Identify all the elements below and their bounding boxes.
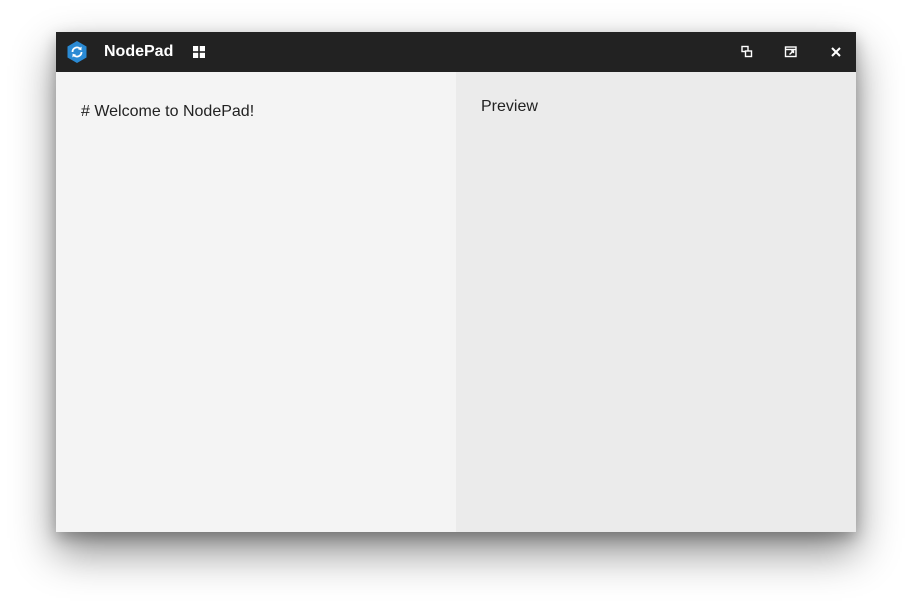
app-logo-icon: [67, 41, 87, 63]
preview-label: Preview: [481, 98, 538, 115]
close-window-button[interactable]: [826, 42, 846, 62]
preview-pane: Preview: [456, 72, 856, 532]
app-window: NodePad # Welcome to NodePad! Preview: [56, 32, 856, 532]
popout-icon: [784, 46, 797, 58]
restore-window-button[interactable]: [737, 42, 757, 62]
close-icon: [831, 47, 841, 57]
app-title: NodePad: [104, 43, 174, 60]
editor-content[interactable]: # Welcome to NodePad!: [81, 102, 254, 122]
grid-icon[interactable]: [193, 46, 205, 58]
popout-window-button[interactable]: [781, 42, 801, 62]
markdown-editor[interactable]: # Welcome to NodePad!: [56, 72, 456, 532]
title-bar[interactable]: NodePad: [56, 32, 856, 72]
restore-icon: [741, 45, 753, 58]
